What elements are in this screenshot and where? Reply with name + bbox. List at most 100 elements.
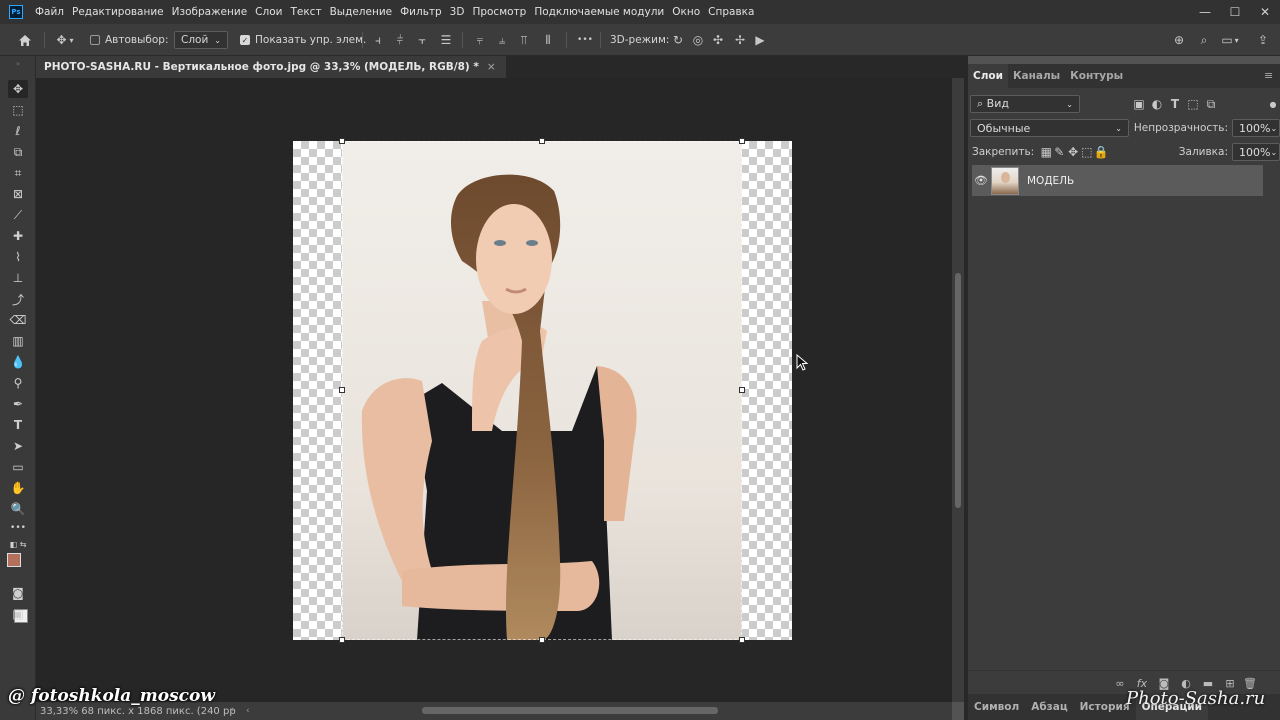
align-horizontal-center-icon[interactable]: ⫩ xyxy=(392,24,408,56)
hand-tool-icon[interactable]: ✋ xyxy=(8,479,28,497)
eyedropper-tool-icon[interactable]: ⟋ xyxy=(8,206,28,224)
document-canvas[interactable] xyxy=(36,78,952,702)
menu-select[interactable]: Выделение xyxy=(326,6,397,18)
lock-transparent-pixels-icon[interactable]: ▦ xyxy=(1040,145,1052,159)
share-document-icon[interactable]: ⇪ xyxy=(1254,24,1272,56)
history-brush-tool-icon[interactable]: ⤴ xyxy=(8,290,28,308)
3d-slide-icon[interactable]: ✢ xyxy=(732,24,748,56)
tab-paths[interactable]: Контуры xyxy=(1065,64,1128,88)
screen-mode-icon[interactable]: ▣ xyxy=(8,605,28,623)
lock-artboard-icon[interactable]: ⬚ xyxy=(1080,145,1094,159)
move-tool-preset-icon[interactable]: ✥ ▾ xyxy=(50,24,80,56)
frame-tool-icon[interactable]: ⊠ xyxy=(8,185,28,203)
scroll-left-icon[interactable]: ‹ xyxy=(246,706,250,716)
transform-bounding-box[interactable] xyxy=(342,141,742,640)
menu-filter[interactable]: Фильтр xyxy=(396,6,446,18)
autoselect-dropdown[interactable]: Слой ⌄ xyxy=(174,31,228,49)
lock-image-pixels-icon[interactable]: ✎ xyxy=(1052,145,1066,159)
search-icon[interactable]: ⌕ xyxy=(1196,24,1212,56)
clone-stamp-tool-icon[interactable]: ⊥ xyxy=(8,269,28,287)
healing-brush-tool-icon[interactable]: ✚ xyxy=(8,227,28,245)
menu-type[interactable]: Текст xyxy=(286,6,325,18)
transform-handle-bottom-right[interactable] xyxy=(739,637,745,643)
distribute-horizontal-icon[interactable]: ⦀ xyxy=(540,24,556,56)
3d-orbit-icon[interactable]: ↻ xyxy=(670,24,686,56)
panel-menu-icon[interactable]: ≡ xyxy=(1264,69,1273,82)
menu-3d[interactable]: 3D xyxy=(446,6,469,18)
3d-pan-icon[interactable]: ✣ xyxy=(710,24,726,56)
menu-file[interactable]: Файл xyxy=(31,6,68,18)
brush-tool-icon[interactable]: ⌇ xyxy=(8,248,28,266)
visibility-eye-icon[interactable]: 👁 xyxy=(974,174,988,187)
menu-help[interactable]: Справка xyxy=(704,6,758,18)
3d-camera-icon[interactable]: ▶ xyxy=(752,24,768,56)
swap-colors-icon[interactable]: ◧ ⇆ xyxy=(8,538,28,550)
close-window-button[interactable]: ✕ xyxy=(1250,0,1280,24)
toolbar-grip-icon[interactable]: » xyxy=(8,60,28,68)
tab-layers[interactable]: Слои xyxy=(968,64,1008,88)
lasso-tool-icon[interactable]: ℓ xyxy=(8,122,28,140)
marquee-tool-icon[interactable]: ⬚ xyxy=(8,101,28,119)
filter-adjustment-icon[interactable]: ◐ xyxy=(1148,97,1166,111)
transform-handle-right[interactable] xyxy=(739,387,745,393)
show-transform-controls-checkbox[interactable]: ✓ Показать упр. элем. xyxy=(240,24,366,56)
home-icon[interactable] xyxy=(14,24,36,56)
crop-tool-icon[interactable]: ⌗ xyxy=(8,164,28,182)
status-arrow-icon[interactable]: › xyxy=(231,705,235,715)
layer-thumbnail[interactable] xyxy=(991,166,1019,195)
quick-mask-icon[interactable]: ◙ xyxy=(8,584,28,602)
checkmark-icon[interactable]: ✓ xyxy=(240,35,250,45)
distribute-vertical-center-icon[interactable]: ⫨ xyxy=(494,24,510,56)
menu-image[interactable]: Изображение xyxy=(168,6,252,18)
move-tool-icon[interactable]: ✥ xyxy=(8,80,28,98)
pen-tool-icon[interactable]: ✒ xyxy=(8,395,28,413)
distribute-bottom-icon[interactable]: ⫪ xyxy=(516,24,532,56)
horizontal-scroll-thumb[interactable] xyxy=(422,707,718,714)
more-options-icon[interactable]: ••• xyxy=(576,24,594,56)
autoselect-check-icon[interactable] xyxy=(90,35,100,45)
workspace-icon[interactable]: ▭ ▾ xyxy=(1218,24,1242,56)
transform-handle-bottom-left[interactable] xyxy=(339,637,345,643)
fill-input[interactable]: 100% ⌄ xyxy=(1232,143,1280,161)
3d-roll-icon[interactable]: ◎ xyxy=(690,24,706,56)
layer-row-model[interactable]: 👁 МОДЕЛЬ xyxy=(972,165,1263,196)
lock-position-icon[interactable]: ✥ xyxy=(1066,145,1080,159)
document-tab[interactable]: PHOTO-SASHA.RU - Вертикальное фото.jpg @… xyxy=(36,56,506,78)
distribute-top-icon[interactable]: ⫧ xyxy=(472,24,488,56)
filter-pixel-icon[interactable]: ▣ xyxy=(1130,97,1148,111)
minimize-button[interactable]: — xyxy=(1190,0,1220,24)
filter-toggle-icon[interactable]: ● xyxy=(1268,100,1278,109)
blend-mode-dropdown[interactable]: Обычные ⌄ xyxy=(970,119,1129,137)
foreground-color-swatch[interactable] xyxy=(7,553,21,567)
vertical-scrollbar[interactable] xyxy=(952,78,964,702)
transform-handle-top[interactable] xyxy=(539,138,545,144)
menu-layers[interactable]: Слои xyxy=(251,6,286,18)
blur-tool-icon[interactable]: 💧 xyxy=(8,353,28,371)
menu-window[interactable]: Окно xyxy=(668,6,704,18)
layer-filter-dropdown[interactable]: ⌕ Вид ⌄ xyxy=(970,95,1080,113)
path-selection-tool-icon[interactable]: ➤ xyxy=(8,437,28,455)
transform-handle-bottom[interactable] xyxy=(539,637,545,643)
share-icon[interactable]: ⊕ xyxy=(1170,24,1188,56)
layer-name[interactable]: МОДЕЛЬ xyxy=(1027,175,1074,187)
vertical-scroll-thumb[interactable] xyxy=(955,273,961,508)
transform-handle-top-left[interactable] xyxy=(339,138,345,144)
maximize-button[interactable]: ☐ xyxy=(1220,0,1250,24)
filter-smart-object-icon[interactable]: ⧉ xyxy=(1202,97,1220,112)
menu-view[interactable]: Просмотр xyxy=(468,6,530,18)
align-top-edges-icon[interactable]: ☰ xyxy=(438,24,454,56)
opacity-input[interactable]: 100% ⌄ xyxy=(1232,119,1280,137)
object-select-tool-icon[interactable]: ⧉ xyxy=(8,143,28,161)
rectangle-tool-icon[interactable]: ▭ xyxy=(8,458,28,476)
photoshop-logo-icon[interactable]: Ps xyxy=(9,5,23,19)
eraser-tool-icon[interactable]: ⌫ xyxy=(8,311,28,329)
dodge-tool-icon[interactable]: ⚲ xyxy=(8,374,28,392)
menu-plugins[interactable]: Подключаемые модули xyxy=(530,6,668,18)
tab-channels[interactable]: Каналы xyxy=(1008,64,1065,88)
transform-handle-top-right[interactable] xyxy=(739,138,745,144)
gradient-tool-icon[interactable]: ▥ xyxy=(8,332,28,350)
close-tab-icon[interactable]: × xyxy=(487,61,496,73)
filter-shape-icon[interactable]: ⬚ xyxy=(1184,97,1202,111)
zoom-tool-icon[interactable]: 🔍 xyxy=(8,500,28,518)
lock-all-icon[interactable]: 🔒 xyxy=(1094,145,1109,159)
